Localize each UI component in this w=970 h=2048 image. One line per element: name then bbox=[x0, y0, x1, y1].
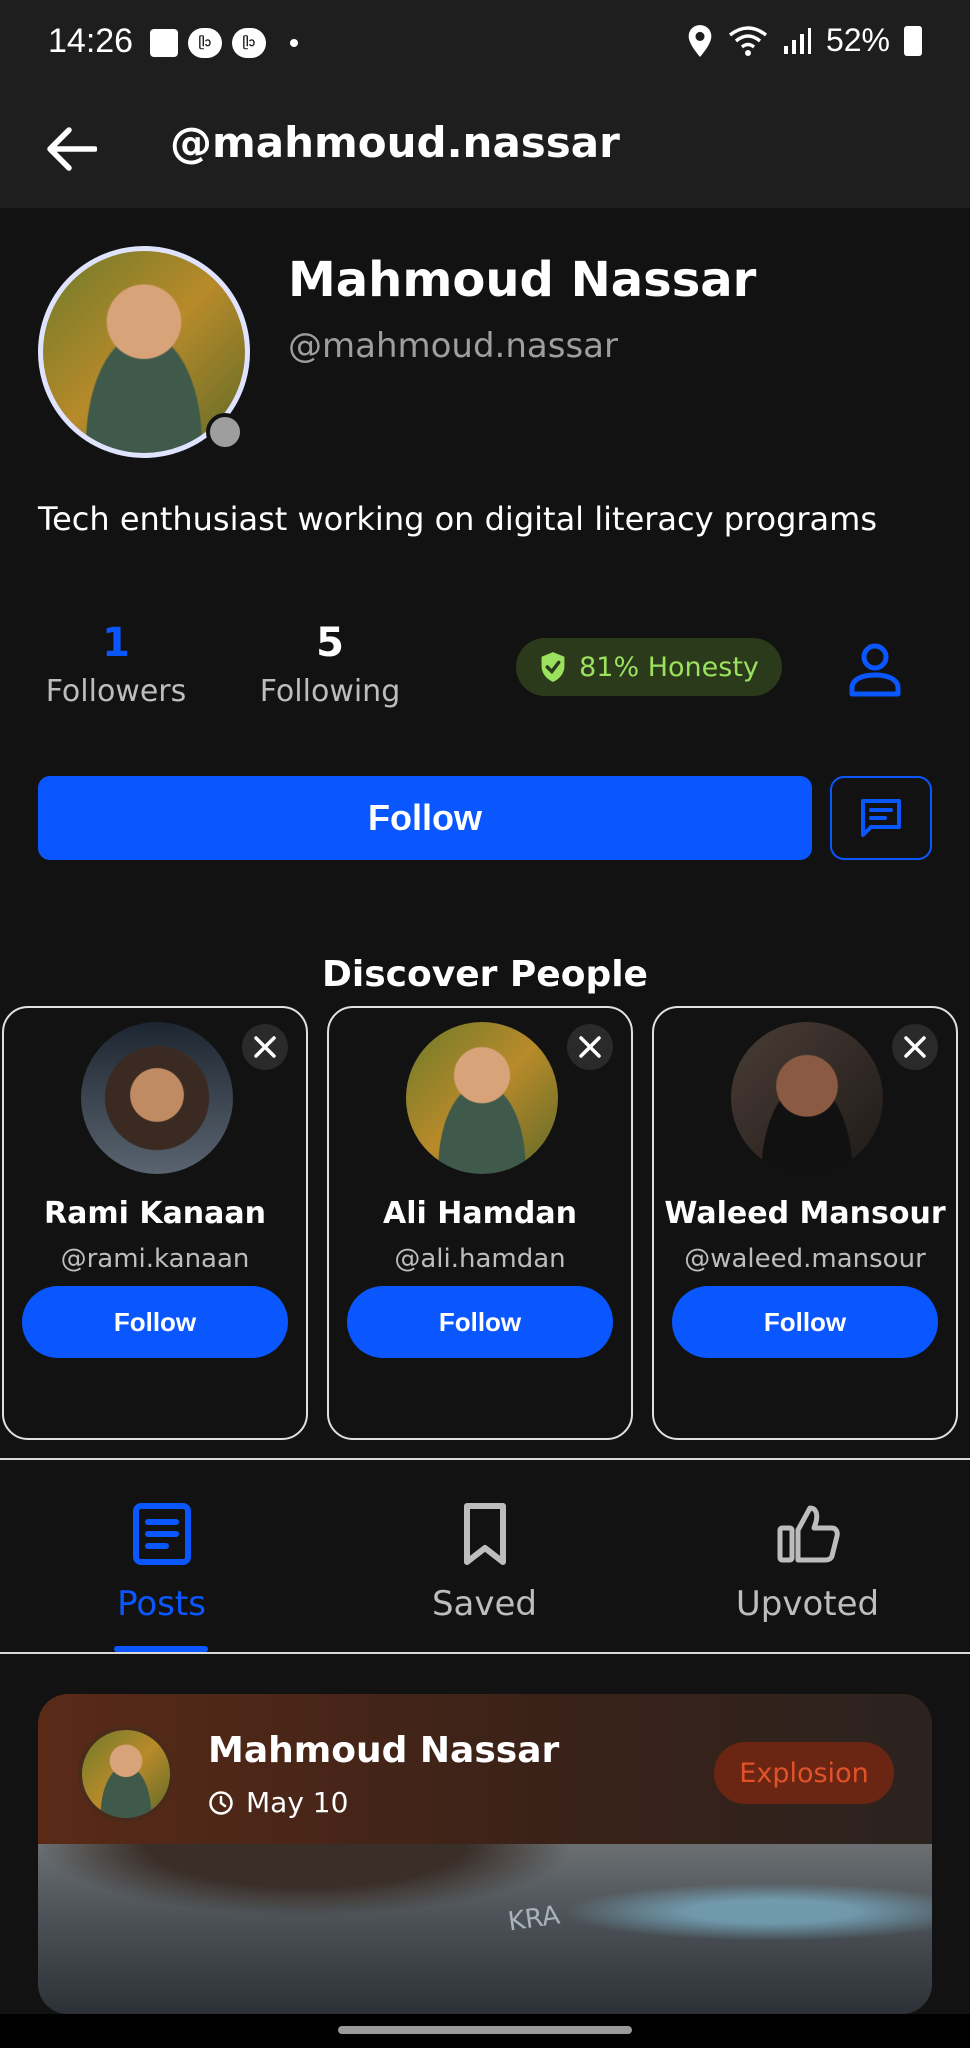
close-icon bbox=[579, 1036, 601, 1058]
clock-icon bbox=[209, 1790, 233, 1815]
profile-bio: Tech enthusiast working on digital liter… bbox=[38, 500, 877, 538]
profile-person-button[interactable] bbox=[846, 640, 904, 698]
divider bbox=[0, 1652, 970, 1654]
status-right: 52% bbox=[686, 22, 922, 59]
status-time: 14:26 bbox=[48, 22, 134, 60]
post-card[interactable]: Mahmoud Nassar May 10 Explosion KRA bbox=[38, 1694, 932, 2014]
bookmark-icon bbox=[463, 1503, 506, 1565]
person-name: Rami Kanaan bbox=[43, 1196, 267, 1231]
message-button[interactable] bbox=[830, 776, 932, 860]
dismiss-button[interactable] bbox=[242, 1024, 288, 1070]
signal-icon bbox=[783, 27, 811, 54]
tab-upvoted[interactable]: Upvoted bbox=[646, 1498, 969, 1656]
followers-stat[interactable]: 1 Followers bbox=[38, 620, 194, 709]
person-avatar[interactable] bbox=[81, 1022, 233, 1174]
more-notifications-dot bbox=[290, 39, 298, 47]
tab-posts[interactable]: Posts bbox=[0, 1498, 323, 1656]
post-image[interactable]: KRA bbox=[38, 1844, 932, 2014]
profile-handle: @mahmoud.nassar bbox=[288, 326, 618, 366]
followers-label: Followers bbox=[45, 674, 187, 709]
gallery-icon bbox=[150, 29, 178, 57]
person-follow-button[interactable]: Follow bbox=[347, 1286, 613, 1358]
tab-label: Posts bbox=[117, 1584, 206, 1624]
close-icon bbox=[254, 1036, 276, 1058]
person-avatar[interactable] bbox=[406, 1022, 558, 1174]
person-icon bbox=[849, 643, 901, 697]
followers-count: 1 bbox=[102, 620, 130, 666]
post-author-name[interactable]: Mahmoud Nassar bbox=[208, 1730, 559, 1771]
status-bar: 14:26 ᥫᩣ ᥫᩣ 52% bbox=[0, 0, 970, 92]
divider bbox=[0, 1458, 970, 1460]
post-date: May 10 bbox=[208, 1786, 348, 1819]
back-button[interactable] bbox=[36, 114, 106, 184]
person-avatar[interactable] bbox=[731, 1022, 883, 1174]
battery-icon bbox=[904, 25, 922, 56]
profile-name: Mahmoud Nassar bbox=[288, 252, 757, 308]
page-title: @mahmoud.nassar bbox=[170, 118, 620, 167]
app-bar: @mahmoud.nassar bbox=[0, 92, 970, 208]
document-icon bbox=[132, 1503, 191, 1565]
system-nav-bar bbox=[0, 2014, 970, 2048]
post-author-avatar[interactable] bbox=[78, 1726, 174, 1822]
person-follow-button[interactable]: Follow bbox=[672, 1286, 938, 1358]
following-stat[interactable]: 5 Following bbox=[250, 620, 410, 709]
home-gesture-handle[interactable] bbox=[338, 2026, 632, 2034]
post-image-text: KRA bbox=[506, 1900, 562, 1938]
tab-label: Upvoted bbox=[735, 1584, 880, 1624]
dismiss-button[interactable] bbox=[892, 1024, 938, 1070]
close-icon bbox=[904, 1036, 926, 1058]
discover-title: Discover People bbox=[322, 954, 648, 995]
tab-saved[interactable]: Saved bbox=[323, 1498, 646, 1656]
person-handle: @rami.kanaan bbox=[60, 1244, 250, 1274]
post-category-tag: Explosion bbox=[714, 1742, 894, 1804]
person-handle: @ali.hamdan bbox=[394, 1244, 566, 1274]
app-notification-icon: ᥫᩣ bbox=[188, 28, 222, 58]
notification-icons: ᥫᩣ ᥫᩣ bbox=[150, 28, 298, 58]
following-label: Following bbox=[259, 674, 401, 709]
person-name: Ali Hamdan bbox=[383, 1196, 577, 1231]
shield-check-icon bbox=[541, 652, 565, 682]
honesty-badge: 81% Honesty bbox=[516, 638, 782, 696]
follow-button[interactable]: Follow bbox=[38, 776, 812, 860]
thumbs-up-icon bbox=[777, 1505, 840, 1563]
following-count: 5 bbox=[316, 620, 344, 666]
online-status-indicator bbox=[206, 413, 244, 451]
person-card: Waleed Mansour @waleed.mansour Follow bbox=[652, 1006, 958, 1440]
arrow-left-icon bbox=[47, 127, 97, 171]
dismiss-button[interactable] bbox=[567, 1024, 613, 1070]
person-name: Waleed Mansour bbox=[664, 1196, 946, 1231]
person-card: Rami Kanaan @rami.kanaan Follow bbox=[2, 1006, 308, 1440]
chat-icon bbox=[861, 799, 901, 837]
post-date-text: May 10 bbox=[246, 1786, 349, 1819]
person-card: Ali Hamdan @ali.hamdan Follow bbox=[327, 1006, 633, 1440]
person-follow-button[interactable]: Follow bbox=[22, 1286, 288, 1358]
wifi-icon bbox=[728, 25, 768, 56]
location-icon bbox=[688, 24, 712, 57]
honesty-label: 81% Honesty bbox=[579, 651, 759, 683]
tab-label: Saved bbox=[431, 1584, 538, 1624]
battery-percent: 52% bbox=[825, 22, 890, 58]
app-notification-icon: ᥫᩣ bbox=[232, 28, 266, 58]
person-handle: @waleed.mansour bbox=[684, 1244, 926, 1274]
